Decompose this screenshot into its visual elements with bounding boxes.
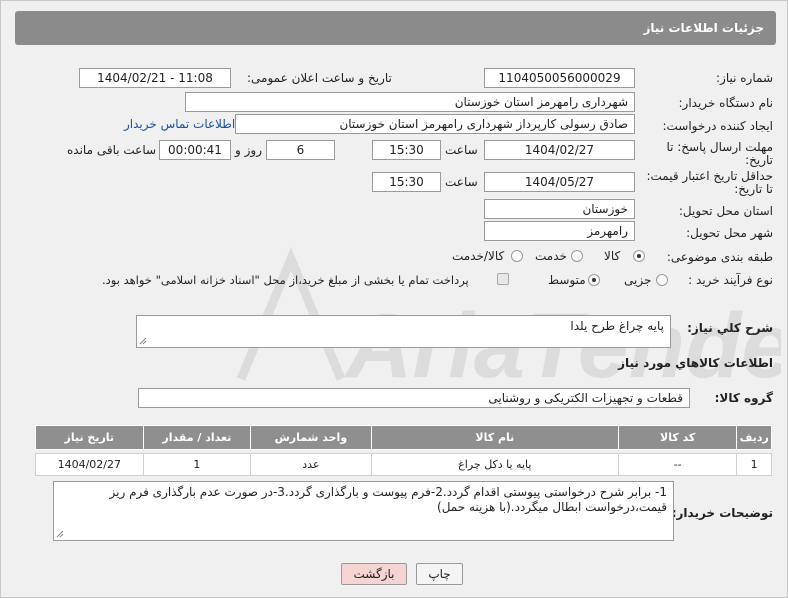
page-title: جزئیات اطلاعات نیاز bbox=[643, 21, 764, 35]
back-button[interactable]: بازگشت bbox=[341, 563, 407, 585]
price-validity-label-2: تا تاریخ: bbox=[734, 182, 773, 196]
purchase-type-label: نوع فرآیند خرید : bbox=[688, 273, 773, 287]
delivery-city-label: شهر محل تحویل: bbox=[686, 226, 773, 240]
buyer-contact-link[interactable]: اطلاعات تماس خریدار bbox=[124, 117, 235, 131]
reply-days-label: روز و bbox=[235, 143, 262, 157]
need-details-panel: AriaTender.neT جزئیات اطلاعات نیاز شماره… bbox=[0, 0, 788, 598]
category-radio-goods[interactable] bbox=[633, 250, 645, 262]
reply-deadline-label-2: تاریخ: bbox=[745, 153, 773, 167]
purchase-radio-medium[interactable] bbox=[588, 274, 600, 286]
goods-info-title: اطلاعات کالاهاي مورد نياز bbox=[618, 356, 773, 370]
buyer-notes-label: توضیحات خریدار: bbox=[671, 506, 773, 520]
cell-date: 1404/02/27 bbox=[35, 453, 144, 476]
description-label: شرح کلي نياز: bbox=[687, 321, 773, 335]
cell-row: 1 bbox=[736, 453, 772, 476]
col-unit-header: واحد شمارش bbox=[250, 425, 372, 450]
cell-code: -- bbox=[618, 453, 738, 476]
page-header: جزئیات اطلاعات نیاز bbox=[15, 11, 776, 45]
buyer-notes-text: 1- برابر شرح درخواستی پیوستی اقدام گردد.… bbox=[109, 485, 668, 514]
col-code-header: کد کالا bbox=[618, 425, 738, 450]
remaining-time-field: 00:00:41 bbox=[159, 140, 231, 160]
col-date-header: تاریخ نیاز bbox=[35, 425, 144, 450]
purchase-radio-minor[interactable] bbox=[656, 274, 668, 286]
remaining-time-label: ساعت باقی مانده bbox=[67, 143, 157, 157]
col-row-header: رديف bbox=[736, 425, 772, 450]
reply-deadline-date: 1404/02/27 bbox=[484, 140, 635, 160]
category-radio-service[interactable] bbox=[571, 250, 583, 262]
category-option-goods-service: کالا/خدمت bbox=[452, 249, 505, 263]
purchase-option-medium: متوسط bbox=[548, 273, 586, 287]
delivery-province-field: خوزستان bbox=[484, 199, 635, 219]
buyer-org-label: نام دستگاه خریدار: bbox=[678, 96, 774, 110]
category-radio-goods-service[interactable] bbox=[511, 250, 523, 262]
requester-field: صادق رسولی کارپرداز شهرداری رامهرمز استا… bbox=[235, 114, 635, 134]
buyer-org-field: شهرداری رامهرمز استان خوزستان bbox=[185, 92, 635, 112]
need-number-field: 1104050056000029 bbox=[484, 68, 635, 88]
reply-deadline-label-1: مهلت ارسال پاسخ: تا bbox=[666, 140, 773, 154]
col-qty-header: تعداد / مقدار bbox=[142, 425, 252, 450]
cell-qty: 1 bbox=[142, 453, 252, 476]
category-label: طبقه بندی موضوعی: bbox=[666, 250, 773, 264]
price-validity-label-1: حداقل تاریخ اعتبار قیمت: bbox=[646, 169, 773, 183]
category-option-service: خدمت bbox=[535, 249, 567, 263]
purchase-option-minor: جزیی bbox=[624, 273, 652, 287]
items-table: رديف کد کالا نام کالا واحد شمارش تعداد /… bbox=[35, 425, 772, 476]
buyer-notes-field: 1- برابر شرح درخواستی پیوستی اقدام گردد.… bbox=[53, 481, 674, 541]
resize-grip-icon[interactable] bbox=[139, 337, 147, 345]
requester-label: ایجاد کننده درخواست: bbox=[662, 119, 773, 133]
reply-deadline-time: 15:30 bbox=[372, 140, 441, 160]
print-button[interactable]: چاپ bbox=[416, 563, 463, 585]
price-validity-time: 15:30 bbox=[372, 172, 441, 192]
announce-label: تاریخ و ساعت اعلان عمومی: bbox=[247, 71, 392, 85]
cell-name: پایه یا دکل چراغ bbox=[370, 453, 620, 476]
reply-days-field: 6 bbox=[266, 140, 335, 160]
goods-group-label: گروه کالا: bbox=[714, 391, 773, 405]
treasury-checkbox[interactable] bbox=[497, 273, 509, 285]
resize-grip-icon[interactable] bbox=[56, 530, 64, 538]
table-row: 1 -- پایه یا دکل چراغ عدد 1 1404/02/27 bbox=[35, 453, 772, 476]
category-option-goods: کالا bbox=[604, 249, 621, 263]
treasury-note: پرداخت تمام یا بخشی از مبلغ خرید،از محل … bbox=[102, 273, 469, 287]
delivery-province-label: استان محل تحویل: bbox=[678, 204, 773, 218]
table-header-row: رديف کد کالا نام کالا واحد شمارش تعداد /… bbox=[35, 425, 772, 450]
cell-unit: عدد bbox=[250, 453, 372, 476]
price-validity-time-label: ساعت bbox=[445, 175, 478, 189]
need-number-label: شماره نیاز: bbox=[716, 71, 773, 85]
description-text: پایه چراغ طرح یلدا bbox=[570, 319, 664, 333]
price-validity-date: 1404/05/27 bbox=[484, 172, 635, 192]
description-field: پایه چراغ طرح یلدا bbox=[136, 315, 671, 348]
col-name-header: نام کالا bbox=[370, 425, 620, 450]
announce-field: 1404/02/21 - 11:08 bbox=[79, 68, 231, 88]
goods-group-field: قطعات و تجهیزات الکتریکی و روشنایی bbox=[138, 388, 690, 408]
delivery-city-field: رامهرمز bbox=[484, 221, 635, 241]
reply-time-label: ساعت bbox=[445, 143, 478, 157]
